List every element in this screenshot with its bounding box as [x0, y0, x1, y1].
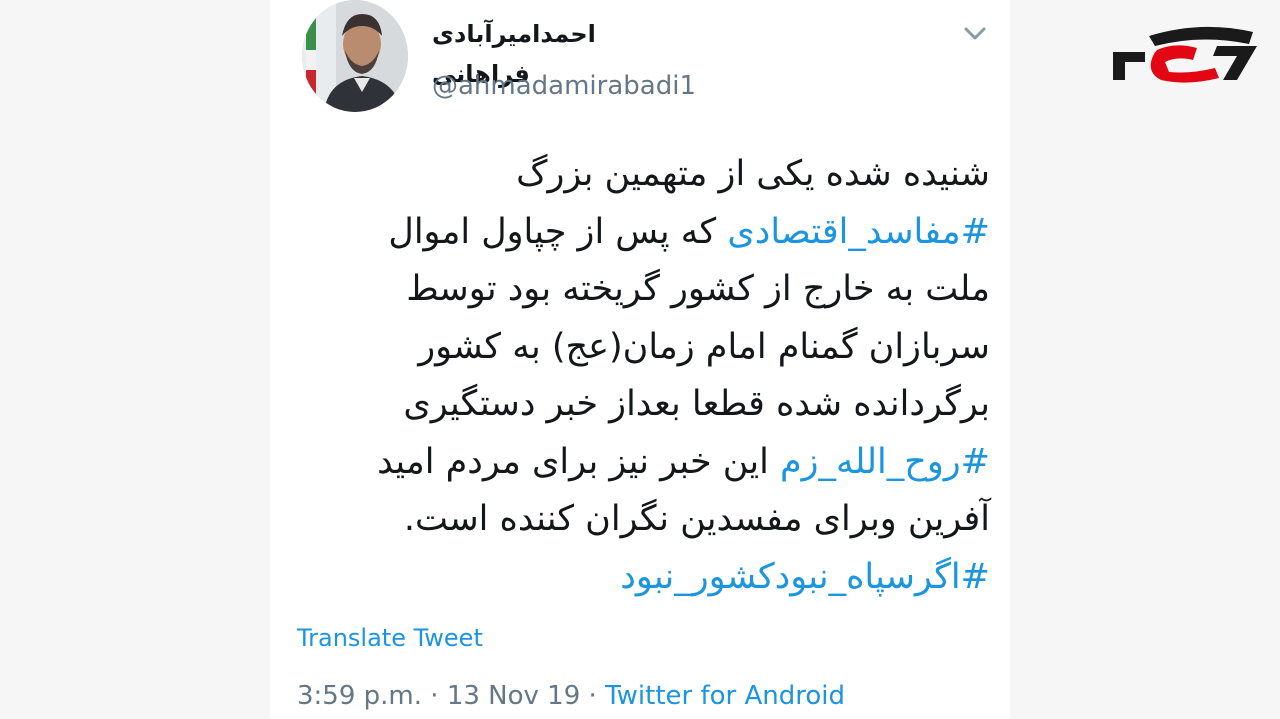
tweet-date[interactable]: 13 Nov 19 [447, 681, 580, 711]
tweet-text-segment: که پس از چپاول اموال [388, 211, 728, 252]
tweet-line: سربازان گمنام امام زمان(عج) به کشور [300, 319, 990, 377]
tweet-text-segment: سربازان گمنام امام زمان(عج) به کشور [418, 326, 990, 367]
meta-separator: · [580, 681, 606, 711]
tweet-line: ملت به خارج از کشور گریخته بود توسط [300, 261, 990, 319]
tweet-line: #روح_الله_زم این خبر نیز برای مردم امید [300, 434, 990, 492]
meta-separator: · [422, 681, 447, 711]
avatar[interactable] [302, 0, 408, 112]
tweet-text-segment: برگردانده شده قطعا بعداز خبر دستگیری [403, 384, 990, 424]
tweet-text-segment: ملت به خارج از کشور گریخته بود توسط [406, 269, 990, 309]
avatar-image [302, 0, 408, 112]
tweet-line: #مفاسد_اقتصادی که پس از چپاول اموال [300, 204, 990, 262]
translate-tweet-link[interactable]: Translate Tweet [297, 620, 483, 656]
tweet-text-segment: آفرین وبرای مفسدین نگران کننده است. [403, 499, 990, 539]
tweet-text-segment: این خبر نیز برای مردم امید [377, 441, 780, 482]
hashtag-link[interactable]: #مفاسد_اقتصادی [727, 212, 990, 252]
tweet-line: #اگرسپاه_نبودکشور_نبود [300, 549, 990, 607]
tweet-text: شنیده شده یکی از متهمین بزرگ #مفاسد_اقتصا… [300, 146, 990, 606]
display-name[interactable]: احمدامیرآبادی فراهانی [432, 14, 692, 88]
user-handle[interactable]: @ahmadamirabadi1 [432, 66, 696, 106]
hashtag-link[interactable]: #اگرسپاه_نبودکشور_نبود [620, 557, 990, 597]
chevron-down-icon[interactable] [960, 18, 990, 48]
tweet-line: برگردانده شده قطعا بعداز خبر دستگیری [300, 376, 990, 434]
tweet-line: آفرین وبرای مفسدین نگران کننده است. [300, 491, 990, 549]
tweet-time[interactable]: 3:59 p.m. [297, 681, 422, 711]
tweet-text-segment: شنیده شده یکی از متهمین بزرگ [516, 154, 990, 194]
rokna-logo[interactable] [1105, 22, 1265, 84]
tweet-meta: 3:59 p.m. · 13 Nov 19 · Twitter for Andr… [297, 676, 845, 716]
tweet-line: شنیده شده یکی از متهمین بزرگ [300, 146, 990, 204]
tweet-source-link[interactable]: Twitter for Android [605, 681, 845, 711]
hashtag-link[interactable]: #روح_الله_زم [780, 442, 990, 482]
